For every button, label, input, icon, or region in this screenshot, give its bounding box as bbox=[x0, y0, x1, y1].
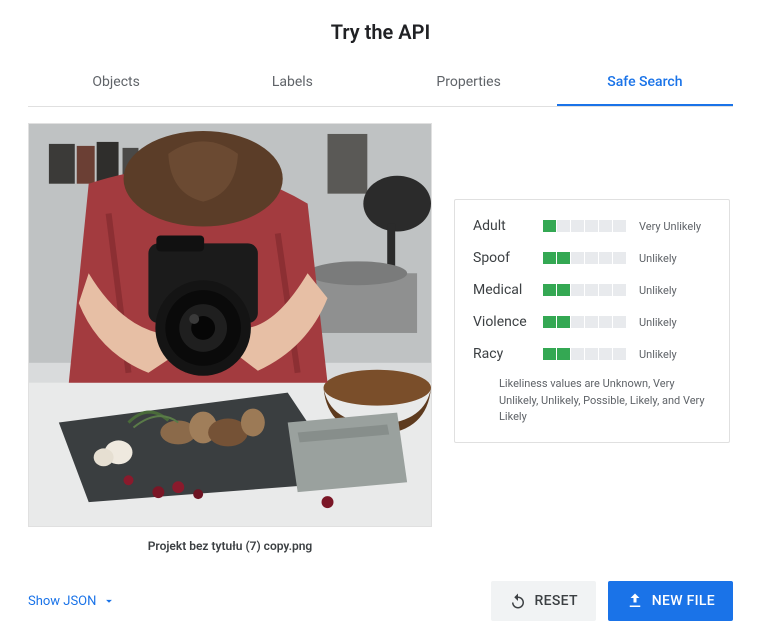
likelihood-bar bbox=[543, 316, 627, 328]
filename-label: Projekt bez tytułu (7) copy.png bbox=[28, 539, 432, 553]
bar-segment bbox=[571, 220, 585, 232]
category-label: Adult bbox=[473, 218, 543, 234]
bar-segment bbox=[613, 316, 627, 328]
category-label: Violence bbox=[473, 314, 543, 330]
bar-segment bbox=[585, 284, 599, 296]
safe-search-panel: Adult Very Unlikely Spoof Unlikely Medical Un… bbox=[454, 199, 730, 443]
category-label: Medical bbox=[473, 282, 543, 298]
bar-segment bbox=[557, 316, 571, 328]
bar-segment bbox=[557, 348, 571, 360]
show-json-toggle[interactable]: Show JSON bbox=[28, 594, 116, 609]
bar-segment bbox=[543, 348, 557, 360]
bar-segment bbox=[585, 220, 599, 232]
bar-segment bbox=[571, 348, 585, 360]
bar-segment bbox=[557, 220, 571, 232]
bar-segment bbox=[571, 316, 585, 328]
reset-button[interactable]: RESET bbox=[491, 581, 596, 621]
tab-label: Objects bbox=[92, 74, 139, 90]
safe-search-row-racy: Racy Unlikely bbox=[473, 346, 711, 362]
upload-icon bbox=[626, 592, 644, 610]
bar-segment bbox=[599, 220, 613, 232]
safe-search-row-medical: Medical Unlikely bbox=[473, 282, 711, 298]
category-label: Racy bbox=[473, 346, 543, 362]
likelihood-label: Unlikely bbox=[639, 284, 677, 297]
uploaded-image bbox=[28, 123, 432, 527]
tab-properties[interactable]: Properties bbox=[381, 62, 557, 106]
category-label: Spoof bbox=[473, 250, 543, 266]
safe-search-row-violence: Violence Unlikely bbox=[473, 314, 711, 330]
page-title: Try the API bbox=[28, 20, 733, 44]
reset-label: RESET bbox=[535, 593, 578, 609]
bar-segment bbox=[599, 316, 613, 328]
chevron-down-icon bbox=[102, 594, 116, 608]
bar-segment bbox=[613, 348, 627, 360]
bar-segment bbox=[557, 252, 571, 264]
likelihood-label: Very Unlikely bbox=[639, 220, 701, 233]
likelihood-label: Unlikely bbox=[639, 316, 677, 329]
tabs: Objects Labels Properties Safe Search bbox=[28, 62, 733, 107]
bar-segment bbox=[613, 220, 627, 232]
bar-segment bbox=[543, 284, 557, 296]
bar-segment bbox=[585, 348, 599, 360]
show-json-label: Show JSON bbox=[28, 594, 96, 609]
likelihood-bar bbox=[543, 220, 627, 232]
likelihood-caption: Likeliness values are Unknown, Very Unli… bbox=[473, 376, 711, 426]
bar-segment bbox=[585, 316, 599, 328]
bar-segment bbox=[571, 284, 585, 296]
likelihood-label: Unlikely bbox=[639, 348, 677, 361]
new-file-label: NEW FILE bbox=[652, 593, 715, 609]
bar-segment bbox=[599, 348, 613, 360]
safe-search-row-spoof: Spoof Unlikely bbox=[473, 250, 711, 266]
safe-search-row-adult: Adult Very Unlikely bbox=[473, 218, 711, 234]
likelihood-bar bbox=[543, 252, 627, 264]
bar-segment bbox=[613, 252, 627, 264]
bar-segment bbox=[543, 316, 557, 328]
bar-segment bbox=[543, 252, 557, 264]
tab-safe-search[interactable]: Safe Search bbox=[557, 62, 733, 106]
likelihood-bar bbox=[543, 284, 627, 296]
tab-label: Safe Search bbox=[607, 74, 682, 90]
likelihood-label: Unlikely bbox=[639, 252, 677, 265]
tab-objects[interactable]: Objects bbox=[28, 62, 204, 106]
new-file-button[interactable]: NEW FILE bbox=[608, 581, 733, 621]
bar-segment bbox=[613, 284, 627, 296]
bar-segment bbox=[557, 284, 571, 296]
bar-segment bbox=[599, 284, 613, 296]
bar-segment bbox=[543, 220, 557, 232]
tab-labels[interactable]: Labels bbox=[204, 62, 380, 106]
likelihood-bar bbox=[543, 348, 627, 360]
bar-segment bbox=[571, 252, 585, 264]
reset-icon bbox=[509, 592, 527, 610]
tab-label: Properties bbox=[436, 74, 500, 90]
bar-segment bbox=[599, 252, 613, 264]
bar-segment bbox=[585, 252, 599, 264]
tab-label: Labels bbox=[272, 74, 313, 90]
